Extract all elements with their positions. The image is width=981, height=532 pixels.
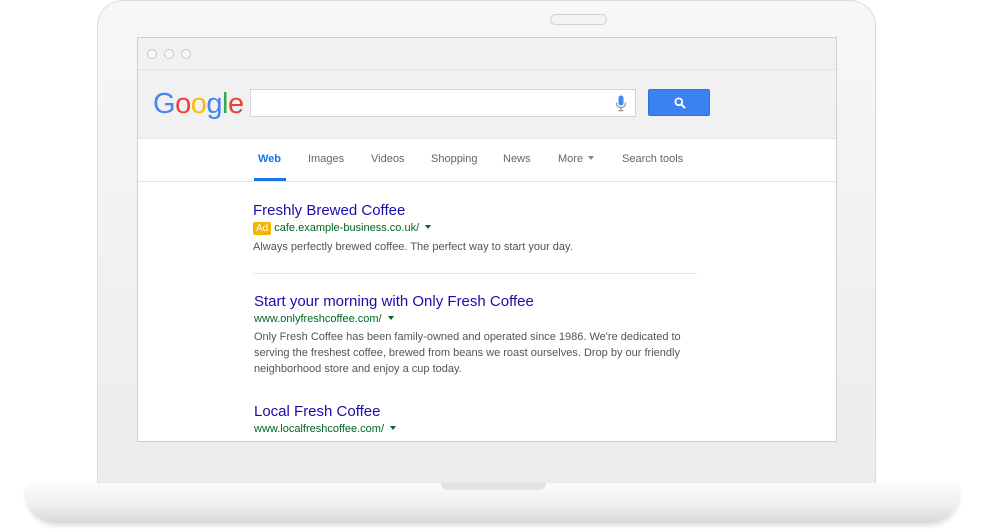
snippet-line: neighborhood store and enjoy a cup today…	[254, 363, 462, 375]
tab-videos[interactable]: Videos	[371, 153, 404, 165]
organic-result: Start your morning with Only Fresh Coffe…	[254, 293, 704, 377]
tab-more-label: More	[558, 153, 584, 165]
caret-down-icon	[588, 156, 595, 160]
window-minimize-button[interactable]	[164, 49, 174, 59]
tab-more[interactable]: More	[558, 153, 595, 165]
ad-result-snippet: Always perfectly brewed coffee. The perf…	[253, 241, 573, 253]
laptop-base	[26, 483, 959, 523]
logo-letter: o	[175, 88, 191, 120]
magnifier-icon	[674, 97, 686, 109]
browser-titlebar	[138, 38, 836, 70]
result-url[interactable]: www.localfreshcoffee.com/	[254, 423, 384, 435]
tab-search-tools[interactable]: Search tools	[622, 153, 683, 165]
results-divider	[253, 273, 697, 274]
laptop-base-notch	[441, 483, 546, 490]
snippet-line: serving the freshest coffee, brewed from…	[254, 347, 680, 359]
search-input[interactable]	[251, 90, 606, 116]
tab-web[interactable]: Web	[258, 153, 281, 165]
snippet-line: Only Fresh Coffee has been family-owned …	[254, 331, 681, 343]
ad-result-url[interactable]: cafe.example-business.co.uk/	[274, 222, 419, 234]
search-box[interactable]	[250, 89, 636, 117]
search-button[interactable]	[648, 89, 710, 116]
result-url[interactable]: www.onlyfreshcoffee.com/	[254, 313, 382, 325]
logo-letter: e	[227, 88, 244, 120]
window-maximize-button[interactable]	[181, 49, 191, 59]
caret-down-icon[interactable]	[387, 316, 394, 320]
caret-down-icon[interactable]	[390, 426, 397, 430]
result-title[interactable]: Local Fresh Coffee	[254, 403, 704, 420]
logo-letter: o	[190, 88, 207, 120]
ad-result: Freshly Brewed Coffee Ad cafe.example-bus…	[253, 202, 703, 255]
laptop-camera	[550, 14, 607, 25]
ad-result-url-line: Ad cafe.example-business.co.uk/	[253, 222, 703, 235]
logo-letter: g	[206, 88, 222, 120]
tab-news[interactable]: News	[503, 153, 531, 165]
ad-result-title[interactable]: Freshly Brewed Coffee	[253, 202, 703, 219]
window-close-button[interactable]	[147, 49, 157, 59]
logo-letter: G	[153, 88, 176, 120]
microphone-icon[interactable]	[615, 95, 627, 112]
organic-result: Local Fresh Coffee www.localfreshcoffee.…	[254, 403, 704, 435]
result-url-line: www.localfreshcoffee.com/	[254, 423, 704, 435]
result-url-line: www.onlyfreshcoffee.com/	[254, 313, 704, 325]
result-snippet: Only Fresh Coffee has been family-owned …	[254, 329, 704, 377]
ad-badge: Ad	[253, 222, 272, 235]
search-header: Google	[138, 70, 836, 139]
result-title[interactable]: Start your morning with Only Fresh Coffe…	[254, 293, 704, 310]
browser-window: Google Web Images Videos Shopping News M…	[137, 37, 837, 442]
google-logo[interactable]: Google	[153, 88, 244, 121]
tab-shopping[interactable]: Shopping	[431, 153, 478, 165]
search-tabs: Web Images Videos Shopping News More Sea…	[138, 139, 836, 182]
caret-down-icon[interactable]	[425, 225, 432, 229]
tab-images[interactable]: Images	[308, 153, 344, 165]
active-tab-indicator	[254, 178, 286, 181]
